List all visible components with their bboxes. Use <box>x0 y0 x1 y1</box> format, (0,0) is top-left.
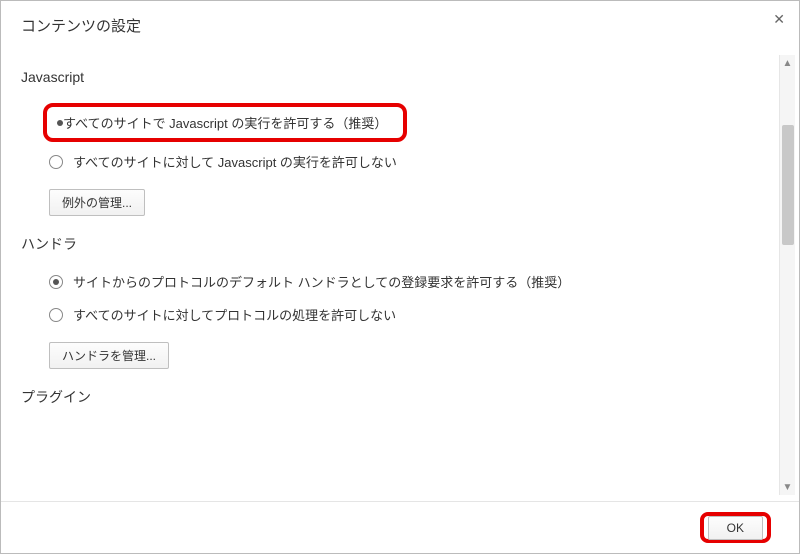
section-title-javascript: Javascript <box>21 69 757 85</box>
manage-exceptions-button[interactable]: 例外の管理... <box>49 189 145 216</box>
section-title-plugins: プラグイン <box>21 387 757 407</box>
ok-button[interactable]: OK <box>708 516 763 540</box>
highlight-ok: OK <box>700 512 771 543</box>
radio-label-javascript-block: すべてのサイトに対して Javascript の実行を許可しない <box>73 152 397 171</box>
content-area: Javascript すべてのサイトで Javascript の実行を許可する（… <box>1 51 777 493</box>
radio-handlers-block[interactable] <box>49 308 63 322</box>
section-plugins: プラグイン <box>21 387 757 407</box>
vertical-scrollbar[interactable]: ▲ ▼ <box>779 55 795 495</box>
radio-handlers-allow[interactable] <box>49 275 63 289</box>
radio-label-handlers-allow: サイトからのプロトコルのデフォルト ハンドラとしての登録要求を許可する（推奨） <box>73 272 570 291</box>
radio-row-handlers-block[interactable]: すべてのサイトに対してプロトコルの処理を許可しない <box>49 305 757 324</box>
radio-row-javascript-block[interactable]: すべてのサイトに対して Javascript の実行を許可しない <box>49 152 757 171</box>
dialog-title: コンテンツの設定 <box>21 18 141 35</box>
radio-javascript-block[interactable] <box>49 155 63 169</box>
manage-handlers-button[interactable]: ハンドラを管理... <box>49 342 169 369</box>
scrollbar-thumb[interactable] <box>782 125 794 245</box>
section-javascript: Javascript すべてのサイトで Javascript の実行を許可する（… <box>21 69 757 216</box>
section-title-handlers: ハンドラ <box>21 234 757 254</box>
radio-label-handlers-block: すべてのサイトに対してプロトコルの処理を許可しない <box>73 305 396 324</box>
scroll-down-icon[interactable]: ▼ <box>780 479 795 495</box>
radio-row-handlers-allow[interactable]: サイトからのプロトコルのデフォルト ハンドラとしての登録要求を許可する（推奨） <box>49 272 757 291</box>
section-handlers: ハンドラ サイトからのプロトコルのデフォルト ハンドラとしての登録要求を許可する… <box>21 234 757 369</box>
dialog-header: コンテンツの設定 ✕ <box>1 1 799 46</box>
dialog-footer: OK <box>1 501 799 553</box>
scroll-up-icon[interactable]: ▲ <box>780 55 795 71</box>
radio-label-javascript-allow: すべてのサイトで Javascript の実行を許可する（推奨） <box>63 113 387 132</box>
highlight-javascript-allow: すべてのサイトで Javascript の実行を許可する（推奨） <box>43 103 407 142</box>
close-icon[interactable]: ✕ <box>773 11 785 28</box>
